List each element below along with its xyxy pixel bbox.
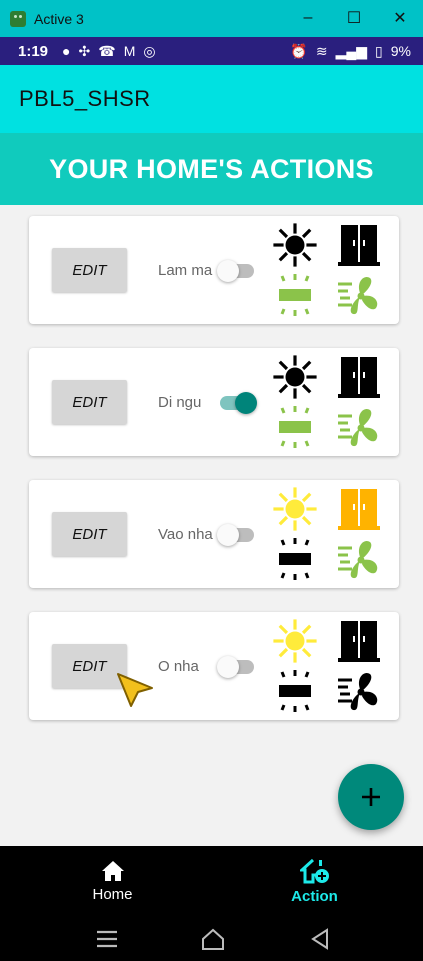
home-outline-icon	[202, 928, 224, 950]
nav-item-home[interactable]: Home	[7, 846, 218, 916]
back-icon	[311, 928, 328, 950]
recent-apps-icon	[97, 930, 117, 948]
messenger-icon: ●	[62, 42, 71, 59]
action-name: O nha	[158, 658, 199, 675]
close-button[interactable]: ✕	[387, 6, 413, 30]
window-icon	[272, 272, 318, 318]
section-header: YOUR HOME'S ACTIONS	[0, 133, 423, 205]
gmail-icon: M	[123, 42, 136, 59]
action-toggle[interactable]	[217, 391, 257, 415]
nav-label-action: Action	[291, 887, 338, 905]
action-card: EDIT O nha	[29, 612, 399, 720]
door-icon	[336, 618, 382, 664]
cursor-icon	[117, 673, 153, 707]
door-icon	[336, 222, 382, 268]
edit-button[interactable]: EDIT	[52, 512, 127, 556]
add-action-button[interactable]	[338, 764, 404, 830]
wifi-icon: ≋	[315, 42, 328, 59]
nav-label-home: Home	[92, 885, 133, 903]
door-icon	[336, 486, 382, 532]
light-icon	[272, 354, 318, 400]
action-card: EDIT Lam ma	[29, 216, 399, 324]
status-bar: 1:19 ● ✣ ☎ M ◎ ⏰ ≋ ▂▄▆ ▯ 9%	[0, 37, 423, 65]
missed-call-icon: ☎	[98, 42, 116, 59]
recent-apps-button[interactable]	[92, 926, 122, 952]
action-name: Di ngu	[158, 394, 202, 411]
bottom-navigation: Home Action	[0, 846, 423, 916]
maximize-button[interactable]: ☐	[341, 6, 367, 30]
home-system-button[interactable]	[198, 926, 228, 952]
action-toggle[interactable]	[217, 259, 257, 283]
light-icon	[272, 618, 318, 664]
app-bar: PBL5_SHSR	[0, 65, 423, 133]
fan-icon	[336, 668, 382, 714]
emulator-title-bar: Active 3 – ☐ ✕	[0, 0, 423, 37]
android-icon	[10, 10, 26, 27]
action-card: EDIT Vao nha	[29, 480, 399, 588]
action-card: EDIT Di ngu	[29, 348, 399, 456]
action-toggle[interactable]	[217, 655, 257, 679]
light-icon	[272, 486, 318, 532]
window-icon	[272, 536, 318, 582]
window-icon	[272, 404, 318, 450]
fan-icon	[336, 404, 382, 450]
nav-item-action[interactable]: Action	[209, 846, 420, 916]
action-toggle[interactable]	[217, 523, 257, 547]
home-icon	[101, 860, 124, 881]
home-add-icon	[299, 858, 329, 883]
app-title: PBL5_SHSR	[19, 86, 151, 111]
action-name: Lam ma	[158, 262, 213, 279]
light-icon	[272, 222, 318, 268]
battery-icon: ▯	[375, 42, 383, 59]
plus-icon	[362, 788, 380, 806]
alarm-icon: ⏰	[290, 42, 308, 59]
edit-button[interactable]: EDIT	[52, 380, 127, 424]
action-name: Vao nha	[158, 526, 213, 543]
window-title: Active 3	[34, 10, 84, 27]
system-navigation-bar	[0, 916, 423, 961]
page-title: YOUR HOME'S ACTIONS	[49, 153, 374, 184]
back-button[interactable]	[305, 926, 335, 952]
signal-icon: ▂▄▆	[335, 42, 368, 59]
window-icon	[272, 668, 318, 714]
battery-percent: 9%	[390, 43, 411, 59]
edit-button[interactable]: EDIT	[52, 248, 127, 292]
pinwheel-icon: ✣	[78, 42, 91, 59]
status-time: 1:19	[18, 42, 49, 60]
door-icon	[336, 354, 382, 400]
fan-icon	[336, 536, 382, 582]
app-notification-icon: ◎	[143, 42, 156, 59]
minimize-button[interactable]: –	[295, 6, 321, 30]
fan-icon	[336, 272, 382, 318]
